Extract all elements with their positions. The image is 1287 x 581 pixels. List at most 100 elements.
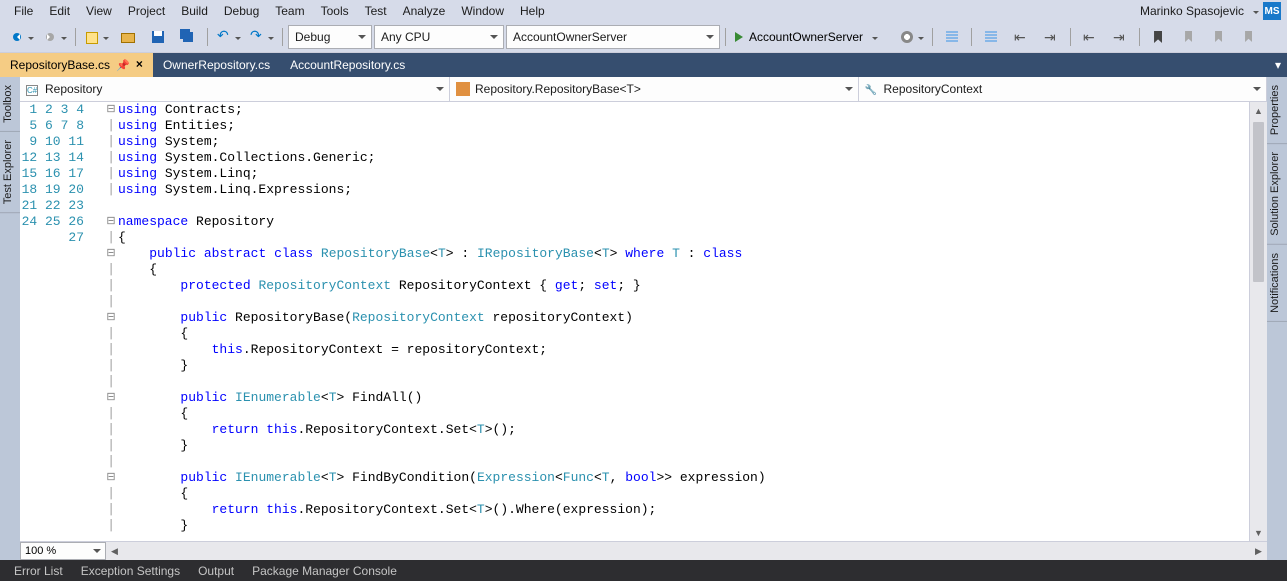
scroll-right-icon[interactable]: ▶ <box>1250 542 1267 560</box>
user-avatar[interactable]: MS <box>1263 2 1281 20</box>
solution-platform-dropdown[interactable]: Any CPU <box>374 25 504 49</box>
dropdown-icon <box>869 30 878 44</box>
undo-button[interactable] <box>213 25 244 49</box>
save-button[interactable] <box>144 25 172 49</box>
dropdown-icon <box>58 30 67 44</box>
tab-overflow-button[interactable]: ▾ <box>1269 53 1287 77</box>
right-tab-solution-explorer[interactable]: Solution Explorer <box>1267 144 1287 245</box>
menu-test[interactable]: Test <box>357 2 395 20</box>
left-tool-strip: Toolbox Test Explorer <box>0 77 20 560</box>
tab-repositorybase[interactable]: RepositoryBase.cs 📌 × <box>0 53 153 77</box>
undo-icon <box>216 29 232 45</box>
scroll-left-icon[interactable]: ◀ <box>106 542 123 560</box>
comment-button[interactable] <box>1007 25 1035 49</box>
uncomment-button[interactable] <box>1037 25 1065 49</box>
property-icon <box>865 82 879 96</box>
code-area[interactable]: using Contracts; using Entities; using S… <box>118 102 1249 541</box>
pin-icon[interactable]: 📌 <box>116 59 130 72</box>
start-debugging-button[interactable]: AccountOwnerServer <box>731 26 894 48</box>
decrease-indent-button[interactable] <box>1076 25 1104 49</box>
browser-link-refresh-button[interactable] <box>896 25 927 49</box>
editor-footer: 100 % ◀ ▶ <box>20 541 1267 560</box>
refresh-icon <box>899 29 915 45</box>
bottom-tab-output[interactable]: Output <box>190 560 242 581</box>
code-editor[interactable]: 1 2 3 4 5 6 7 8 9 10 11 12 13 14 15 16 1… <box>20 102 1267 541</box>
document-tab-bar: RepositoryBase.cs 📌 × OwnerRepository.cs… <box>0 53 1287 77</box>
outlining-margin[interactable]: ⊟│││││ ⊟│⊟│││⊟││││⊟││││⊟│││ <box>104 102 118 541</box>
dropdown-icon <box>265 30 274 44</box>
menu-tools[interactable]: Tools <box>313 2 357 20</box>
arrow-forward-icon <box>42 29 58 45</box>
vertical-scrollbar[interactable]: ▲ ▼ <box>1249 102 1267 541</box>
bookmark-next-icon <box>1211 29 1227 45</box>
tab-label: AccountRepository.cs <box>290 58 405 72</box>
menu-edit[interactable]: Edit <box>41 2 78 20</box>
right-tab-properties[interactable]: Properties <box>1267 77 1287 144</box>
dropdown-icon <box>915 30 924 44</box>
bookmark-prev-icon <box>1181 29 1197 45</box>
line-number-gutter: 1 2 3 4 5 6 7 8 9 10 11 12 13 14 15 16 1… <box>20 102 104 541</box>
new-project-icon <box>84 29 100 45</box>
scroll-down-icon[interactable]: ▼ <box>1250 524 1267 541</box>
nav-member-label: RepositoryContext <box>884 82 983 96</box>
show-whitespace-button[interactable] <box>977 25 1005 49</box>
bottom-tab-exception-settings[interactable]: Exception Settings <box>73 560 188 581</box>
redo-button[interactable] <box>246 25 277 49</box>
class-icon <box>456 82 470 96</box>
menu-help[interactable]: Help <box>512 2 553 20</box>
find-icon <box>944 29 960 45</box>
save-all-button[interactable] <box>174 25 202 49</box>
bookmark-clear-icon <box>1241 29 1257 45</box>
prev-bookmark-button[interactable] <box>1175 25 1203 49</box>
nav-back-button[interactable] <box>6 25 37 49</box>
save-icon <box>150 29 166 45</box>
menu-analyze[interactable]: Analyze <box>395 2 454 20</box>
user-name-label[interactable]: Marinko Spasojevic <box>1134 2 1250 20</box>
menu-file[interactable]: File <box>6 2 41 20</box>
find-in-files-button[interactable] <box>938 25 966 49</box>
menu-project[interactable]: Project <box>120 2 173 20</box>
bottom-tab-error-list[interactable]: Error List <box>6 560 71 581</box>
new-project-button[interactable] <box>81 25 112 49</box>
toggle-bookmark-button[interactable] <box>1145 25 1173 49</box>
tab-ownerrepository[interactable]: OwnerRepository.cs <box>153 53 280 77</box>
nav-forward-button[interactable] <box>39 25 70 49</box>
csharp-project-icon <box>26 82 40 96</box>
left-tab-test-explorer[interactable]: Test Explorer <box>0 132 20 213</box>
save-all-icon <box>180 29 196 45</box>
start-debugging-label: AccountOwnerServer <box>749 30 863 44</box>
clear-bookmarks-button[interactable] <box>1235 25 1263 49</box>
nav-project-dropdown[interactable]: Repository <box>20 77 450 101</box>
arrow-back-icon <box>9 29 25 45</box>
dropdown-icon <box>100 30 109 44</box>
scrollbar-thumb[interactable] <box>1253 122 1264 282</box>
startup-project-dropdown[interactable]: AccountOwnerServer <box>506 25 720 49</box>
tab-label: RepositoryBase.cs <box>10 58 110 72</box>
tab-accountrepository[interactable]: AccountRepository.cs <box>280 53 415 77</box>
horizontal-scrollbar[interactable]: ◀ ▶ <box>106 542 1267 560</box>
close-icon[interactable]: × <box>136 58 143 72</box>
open-file-button[interactable] <box>114 25 142 49</box>
user-menu-dropdown-icon[interactable] <box>1250 4 1259 18</box>
uncomment-icon <box>1043 29 1059 45</box>
menu-team[interactable]: Team <box>267 2 312 20</box>
increase-indent-button[interactable] <box>1106 25 1134 49</box>
bottom-tab-package-manager-console[interactable]: Package Manager Console <box>244 560 405 581</box>
open-folder-icon <box>120 29 136 45</box>
right-tab-notifications[interactable]: Notifications <box>1267 245 1287 322</box>
next-bookmark-button[interactable] <box>1205 25 1233 49</box>
menu-window[interactable]: Window <box>453 2 512 20</box>
scroll-up-icon[interactable]: ▲ <box>1250 102 1267 119</box>
nav-type-dropdown[interactable]: Repository.RepositoryBase<T> <box>450 77 859 101</box>
nav-member-dropdown[interactable]: RepositoryContext <box>859 77 1268 101</box>
tab-label: OwnerRepository.cs <box>163 58 270 72</box>
menu-debug[interactable]: Debug <box>216 2 267 20</box>
whitespace-icon <box>983 29 999 45</box>
play-icon <box>735 32 743 42</box>
solution-config-dropdown[interactable]: Debug <box>288 25 372 49</box>
dropdown-icon <box>232 30 241 44</box>
left-tab-toolbox[interactable]: Toolbox <box>0 77 20 132</box>
menu-build[interactable]: Build <box>173 2 216 20</box>
zoom-dropdown[interactable]: 100 % <box>20 542 106 560</box>
menu-view[interactable]: View <box>78 2 120 20</box>
